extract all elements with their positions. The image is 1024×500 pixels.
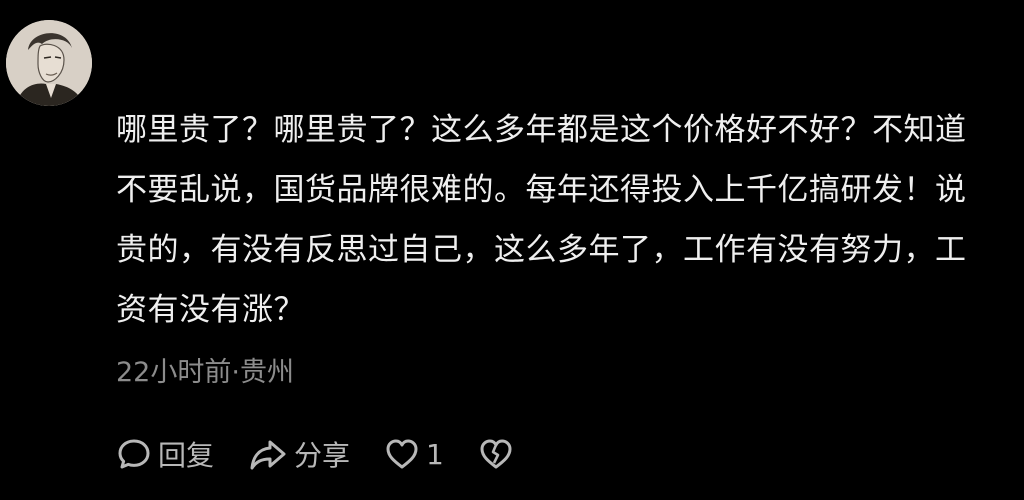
share-button[interactable]: 分享 xyxy=(248,434,350,474)
reply-label: 回复 xyxy=(158,439,215,472)
share-arrow-icon xyxy=(250,440,286,470)
broken-heart-icon xyxy=(480,439,512,469)
comment-meta: 22小时前·贵州 xyxy=(116,350,294,389)
comment-actions: 回复 分享 1 xyxy=(116,432,548,476)
comment-time: 22小时前 xyxy=(116,357,232,388)
heart-icon xyxy=(386,439,418,469)
like-button[interactable]: 1 xyxy=(384,437,444,471)
comment-text: 哪里贵了？哪里贵了？这么多年都是这个价格好不好？不知道不要乱说，国货品牌很难的。… xyxy=(116,112,967,328)
avatar[interactable] xyxy=(6,20,92,106)
share-label: 分享 xyxy=(294,439,351,472)
like-count: 1 xyxy=(426,437,444,471)
meta-separator: · xyxy=(231,357,240,388)
comment-location: 贵州 xyxy=(239,357,294,388)
avatar-portrait-icon xyxy=(6,20,92,106)
dislike-button[interactable] xyxy=(478,437,514,471)
reply-button[interactable]: 回复 xyxy=(116,434,214,474)
comment-bubble-icon xyxy=(118,439,150,469)
